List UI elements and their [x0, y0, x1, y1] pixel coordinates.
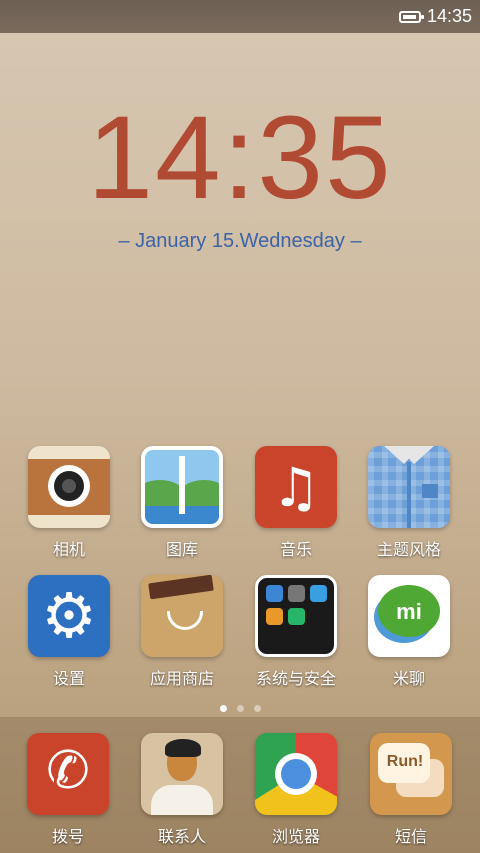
app-camera[interactable]: 相机	[14, 446, 124, 560]
security-folder-icon	[255, 575, 337, 657]
app-label: 主题风格	[376, 540, 441, 559]
mi-chat-icon: mi	[368, 575, 450, 657]
app-gallery[interactable]: 图库	[127, 446, 237, 560]
app-phone[interactable]: ✆ 拨号	[13, 733, 123, 847]
app-label: 米聊	[392, 669, 425, 688]
app-settings[interactable]: ⚙ 设置	[14, 575, 124, 689]
app-label: 应用商店	[149, 669, 214, 688]
app-store-icon	[141, 575, 223, 657]
page-dot[interactable]	[236, 705, 244, 712]
camera-icon	[28, 446, 110, 528]
app-messages[interactable]: Run! 短信	[356, 733, 466, 847]
messages-icon: Run!	[370, 733, 452, 815]
dock: ✆ 拨号 联系人 浏览器 Run! 短信	[0, 717, 480, 853]
app-music[interactable]: ♫ 音乐	[241, 446, 351, 560]
app-label: 浏览器	[271, 827, 320, 846]
app-label: 拨号	[51, 827, 84, 846]
contacts-icon	[141, 733, 223, 815]
app-label: 音乐	[279, 540, 312, 559]
app-label: 系统与安全	[255, 669, 336, 688]
gallery-icon	[141, 446, 223, 528]
app-label: 设置	[52, 669, 85, 688]
app-mi-chat[interactable]: mi 米聊	[354, 575, 464, 689]
app-label: 联系人	[157, 827, 206, 846]
app-browser[interactable]: 浏览器	[241, 733, 351, 847]
app-grid-row-2: ⚙ 设置 应用商店 系统与安全 mi 米聊	[0, 575, 480, 695]
settings-icon: ⚙	[28, 575, 110, 657]
clock-widget-date[interactable]: – January 15.Wednesday –	[0, 230, 480, 253]
page-dot[interactable]	[219, 705, 227, 712]
folder-system-security[interactable]: 系统与安全	[241, 575, 351, 689]
app-contacts[interactable]: 联系人	[127, 733, 237, 847]
status-time: 14:35	[426, 6, 472, 26]
status-bar: 14:35	[0, 0, 480, 33]
clock-widget-time[interactable]: 14:35	[0, 98, 480, 218]
app-themes[interactable]: 主题风格	[354, 446, 464, 560]
app-store[interactable]: 应用商店	[127, 575, 237, 689]
page-indicator[interactable]	[0, 697, 480, 716]
app-label: 图库	[165, 540, 198, 559]
app-label: 相机	[52, 540, 85, 559]
phone-icon: ✆	[27, 733, 109, 815]
browser-icon	[255, 733, 337, 815]
app-label: 短信	[394, 827, 427, 846]
app-grid-row-1: 相机 图库 ♫ 音乐 主题风格	[0, 446, 480, 566]
theme-icon	[368, 446, 450, 528]
battery-icon	[398, 10, 424, 23]
music-icon: ♫	[255, 446, 337, 528]
page-dot[interactable]	[253, 705, 261, 712]
